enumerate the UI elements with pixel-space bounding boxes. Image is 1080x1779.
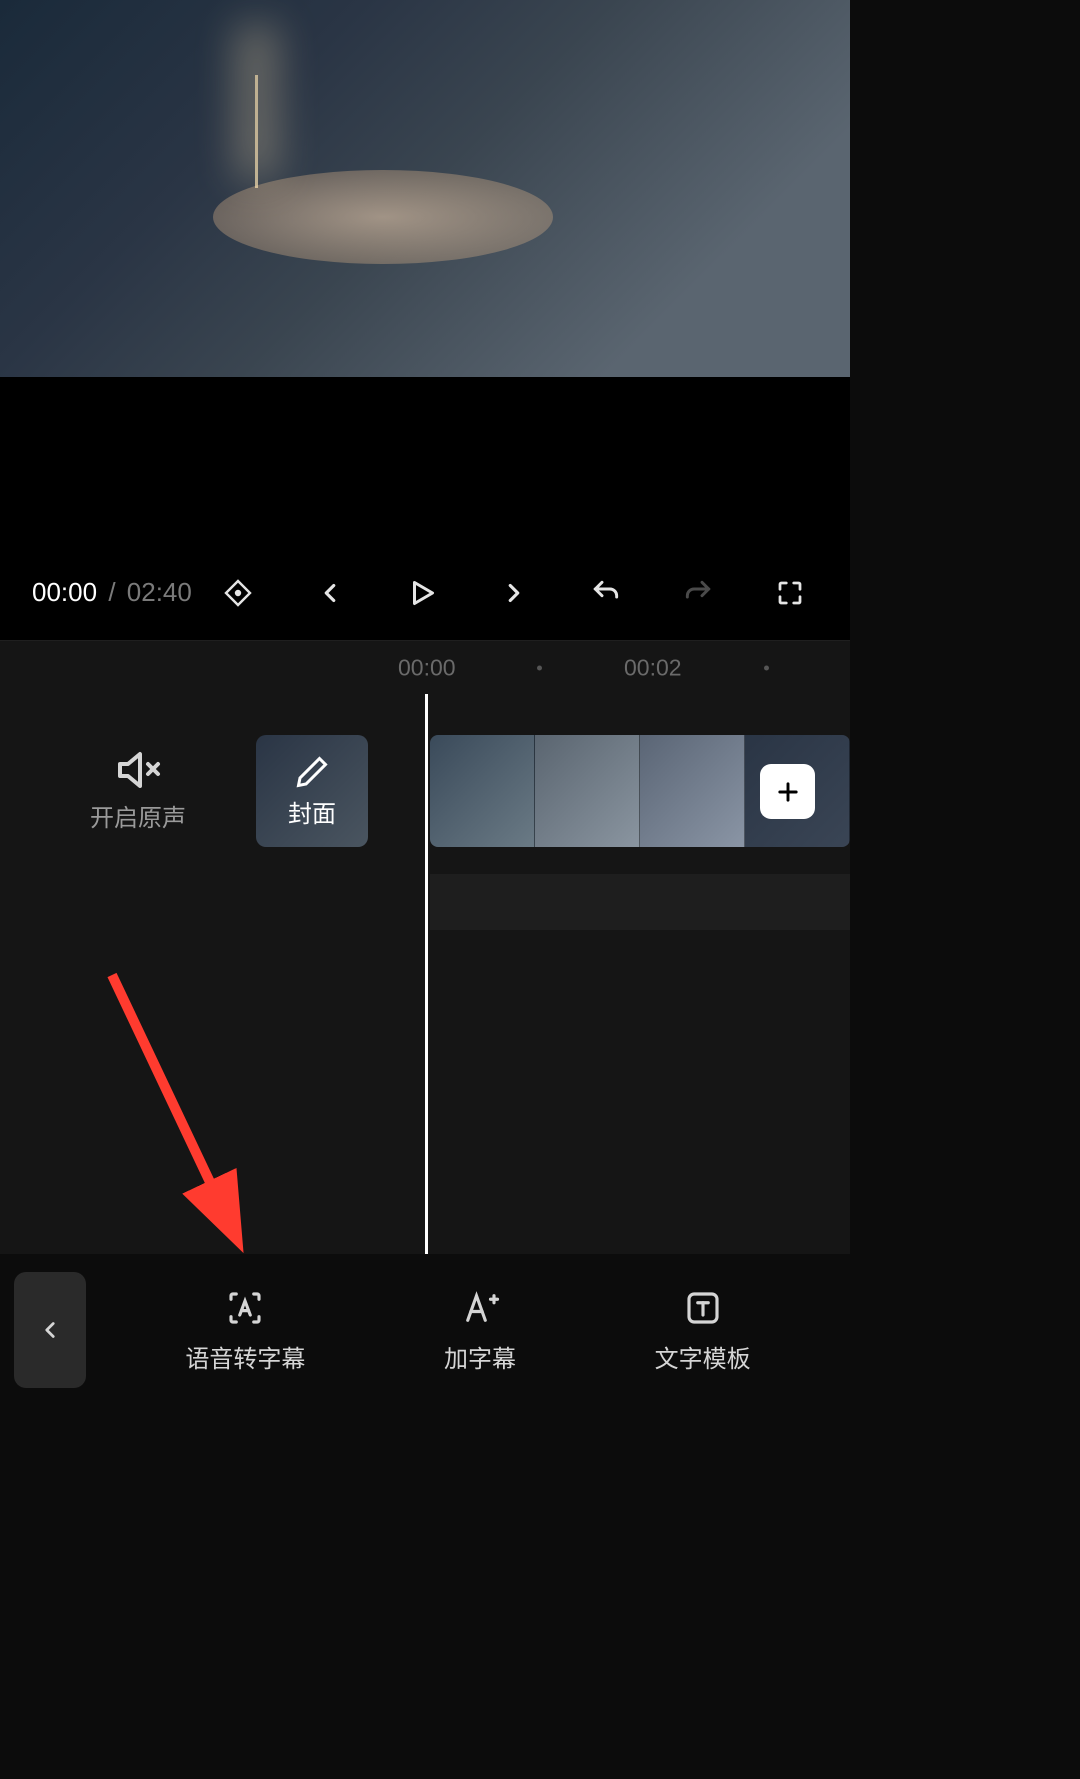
- chevron-left-icon: [37, 1317, 63, 1343]
- speech-to-subtitle-button[interactable]: 语音转字幕: [185, 1287, 305, 1374]
- time-display: 00:00 / 02:40: [32, 577, 192, 608]
- time-tick-1: 00:02: [624, 654, 682, 681]
- add-clip-button[interactable]: [760, 764, 815, 819]
- fullscreen-button[interactable]: [770, 573, 810, 613]
- play-button[interactable]: [402, 573, 442, 613]
- time-separator: /: [108, 577, 115, 607]
- playback-controls: 00:00 / 02:40: [0, 545, 850, 640]
- clip-frame: [535, 735, 640, 847]
- action-label: 语音转字幕: [185, 1339, 305, 1374]
- scan-a-icon: [224, 1287, 266, 1329]
- cover-thumbnail[interactable]: 封面: [256, 735, 368, 847]
- prev-button[interactable]: [310, 573, 350, 613]
- action-label: 加字幕: [444, 1339, 516, 1374]
- clip-frame: [430, 735, 535, 847]
- bottom-actions: 语音转字幕 加字幕 文字模板: [86, 1287, 850, 1374]
- keyframe-button[interactable]: [218, 573, 258, 613]
- timeline-ruler[interactable]: 00:00 00:02: [0, 640, 850, 694]
- text-box-icon: [682, 1287, 724, 1329]
- timeline-area[interactable]: 开启原声 封面: [0, 694, 850, 1254]
- undo-button[interactable]: [586, 573, 626, 613]
- text-template-button[interactable]: 文字模板: [655, 1287, 751, 1374]
- ruler-dot: [537, 665, 542, 670]
- mute-toggle[interactable]: 开启原声: [90, 750, 186, 833]
- back-button[interactable]: [14, 1272, 86, 1388]
- total-time: 02:40: [127, 577, 192, 607]
- redo-button[interactable]: [678, 573, 718, 613]
- video-preview[interactable]: [0, 0, 850, 377]
- bottom-toolbar: 语音转字幕 加字幕 文字模板: [0, 1261, 850, 1399]
- preview-padding: [0, 377, 850, 545]
- a-plus-icon: [459, 1287, 501, 1329]
- action-label: 文字模板: [655, 1339, 751, 1374]
- next-button[interactable]: [494, 573, 534, 613]
- ruler-dot: [764, 665, 769, 670]
- time-tick-0: 00:00: [398, 654, 456, 681]
- playhead[interactable]: [425, 694, 428, 1254]
- edit-icon: [294, 754, 330, 790]
- control-icons-group: [192, 573, 818, 613]
- mute-label: 开启原声: [90, 798, 186, 833]
- cover-label: 封面: [288, 794, 336, 829]
- speaker-mute-icon: [114, 750, 162, 790]
- clip-frame: [640, 735, 745, 847]
- current-time: 00:00: [32, 577, 97, 607]
- plus-icon: [774, 778, 802, 806]
- add-subtitle-button[interactable]: 加字幕: [444, 1287, 516, 1374]
- empty-track[interactable]: [430, 874, 850, 930]
